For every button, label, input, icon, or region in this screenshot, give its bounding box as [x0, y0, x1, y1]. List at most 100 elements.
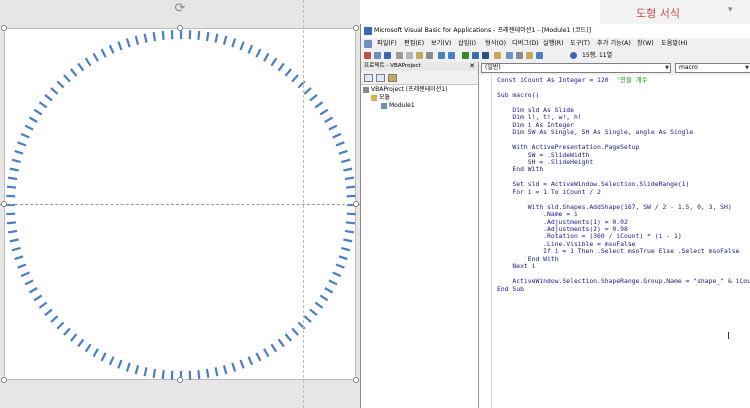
view-powerpoint-icon[interactable]	[364, 52, 371, 59]
tick-mark[interactable]	[117, 359, 123, 369]
chevron-down-icon[interactable]: ▾	[728, 5, 733, 15]
tick-mark[interactable]	[134, 365, 140, 375]
tick-mark[interactable]	[231, 362, 237, 372]
menu-format[interactable]: 형식(O)	[485, 38, 506, 50]
view-code-icon[interactable]	[364, 74, 373, 82]
tick-mark[interactable]	[214, 367, 219, 377]
code-line[interactable]: Next i	[497, 262, 535, 270]
tick-mark[interactable]	[20, 271, 30, 278]
tick-mark[interactable]	[17, 141, 27, 147]
tick-mark[interactable]	[6, 185, 17, 189]
tick-mark[interactable]	[277, 62, 285, 72]
tick-mark[interactable]	[291, 327, 299, 336]
code-line[interactable]: Dim SW As Single, SH As Single, angle As…	[497, 128, 693, 136]
tick-mark[interactable]	[303, 315, 312, 323]
tick-mark[interactable]	[239, 41, 245, 51]
tick-mark[interactable]	[343, 238, 353, 243]
resize-handle-bottom-right[interactable]	[353, 377, 359, 383]
menu-file[interactable]: 파일(F)	[377, 38, 397, 50]
menu-run[interactable]: 실행(R)	[543, 38, 564, 50]
view-object-icon[interactable]	[376, 74, 385, 82]
tick-mark[interactable]	[11, 246, 21, 252]
tick-mark[interactable]	[338, 149, 348, 155]
tick-mark[interactable]	[84, 57, 92, 67]
tick-mark[interactable]	[335, 141, 345, 147]
run-icon[interactable]	[462, 52, 469, 59]
vbe-title-bar[interactable]: Microsoft Visual Basic for Applications …	[361, 24, 750, 38]
project-explorer-icon[interactable]	[506, 52, 513, 59]
code-line[interactable]: For i = 1 To iCount / 2	[497, 188, 601, 196]
procedure-combo[interactable]: macro ▼	[675, 63, 750, 73]
tick-mark[interactable]	[117, 41, 123, 51]
break-icon[interactable]	[472, 52, 479, 59]
tick-mark[interactable]	[291, 74, 299, 83]
undo-icon[interactable]	[438, 52, 445, 59]
tick-mark[interactable]	[143, 367, 148, 377]
tick-mark[interactable]	[108, 356, 115, 366]
cut-icon[interactable]	[396, 52, 403, 59]
tick-mark[interactable]	[247, 44, 254, 54]
tick-mark[interactable]	[222, 35, 228, 45]
tick-mark[interactable]	[125, 362, 131, 372]
menu-addins[interactable]: 추가 기능(A)	[597, 38, 631, 50]
code-margin-indicator-bar[interactable]	[479, 75, 492, 408]
tick-mark[interactable]	[77, 338, 85, 348]
resize-handle-top-right[interactable]	[353, 25, 359, 31]
tick-mark[interactable]	[28, 116, 38, 123]
tick-mark[interactable]	[63, 74, 71, 83]
tree-item-modules-folder[interactable]: 모듈	[371, 94, 390, 102]
tick-mark[interactable]	[319, 108, 329, 116]
tick-mark[interactable]	[44, 308, 53, 316]
object-browser-icon[interactable]	[526, 52, 533, 59]
tick-mark[interactable]	[14, 149, 24, 155]
close-icon[interactable]: ✕	[469, 62, 475, 71]
toolbox-icon[interactable]	[536, 52, 543, 59]
tick-mark[interactable]	[50, 315, 59, 323]
tick-mark[interactable]	[20, 132, 30, 139]
tick-mark[interactable]	[328, 279, 338, 286]
tick-mark[interactable]	[161, 30, 165, 41]
tick-mark[interactable]	[33, 108, 43, 116]
tick-mark[interactable]	[344, 176, 355, 181]
tick-mark[interactable]	[309, 308, 318, 316]
tick-mark[interactable]	[152, 368, 157, 379]
tick-mark[interactable]	[332, 132, 342, 139]
tick-mark[interactable]	[14, 255, 24, 261]
tick-mark[interactable]	[222, 365, 228, 375]
menu-view[interactable]: 보기(V)	[431, 38, 451, 50]
tick-mark[interactable]	[17, 263, 27, 269]
tick-mark[interactable]	[214, 33, 219, 43]
tick-mark[interactable]	[161, 369, 165, 380]
tick-mark[interactable]	[205, 31, 210, 42]
resize-handle-bottom-middle[interactable]	[177, 377, 183, 383]
code-line[interactable]: ActiveWindow.Selection.ShapeRange.Group.…	[497, 277, 750, 285]
tick-mark[interactable]	[100, 48, 107, 58]
tick-mark[interactable]	[92, 348, 99, 358]
tick-mark[interactable]	[328, 124, 338, 131]
tick-mark[interactable]	[345, 221, 356, 225]
tick-mark[interactable]	[247, 356, 254, 366]
tick-mark[interactable]	[44, 94, 53, 102]
tick-mark[interactable]	[70, 68, 78, 77]
tick-mark[interactable]	[108, 44, 115, 54]
find-icon[interactable]	[426, 52, 433, 59]
tick-mark[interactable]	[63, 327, 71, 336]
tick-mark[interactable]	[324, 287, 334, 294]
resize-handle-middle-left[interactable]	[1, 201, 7, 207]
tick-mark[interactable]	[7, 229, 18, 234]
rotate-handle-icon[interactable]: ⟳	[173, 2, 187, 16]
tick-mark[interactable]	[197, 30, 201, 41]
tick-mark[interactable]	[6, 221, 17, 225]
tick-mark[interactable]	[343, 167, 353, 172]
code-line[interactable]: Const iCount As Integer = 120 '만들 개수	[497, 76, 648, 84]
tick-mark[interactable]	[7, 176, 18, 181]
tick-mark[interactable]	[263, 52, 270, 62]
tick-mark[interactable]	[324, 116, 334, 123]
tree-item-module1[interactable]: Module1	[381, 102, 415, 110]
tick-mark[interactable]	[338, 255, 348, 261]
code-editor-text[interactable]: Const iCount As Integer = 120 '만들 개수 Sub …	[497, 75, 750, 408]
menu-window[interactable]: 창(W)	[637, 38, 654, 50]
tick-mark[interactable]	[56, 80, 65, 89]
redo-icon[interactable]	[448, 52, 455, 59]
tick-mark[interactable]	[270, 343, 278, 353]
